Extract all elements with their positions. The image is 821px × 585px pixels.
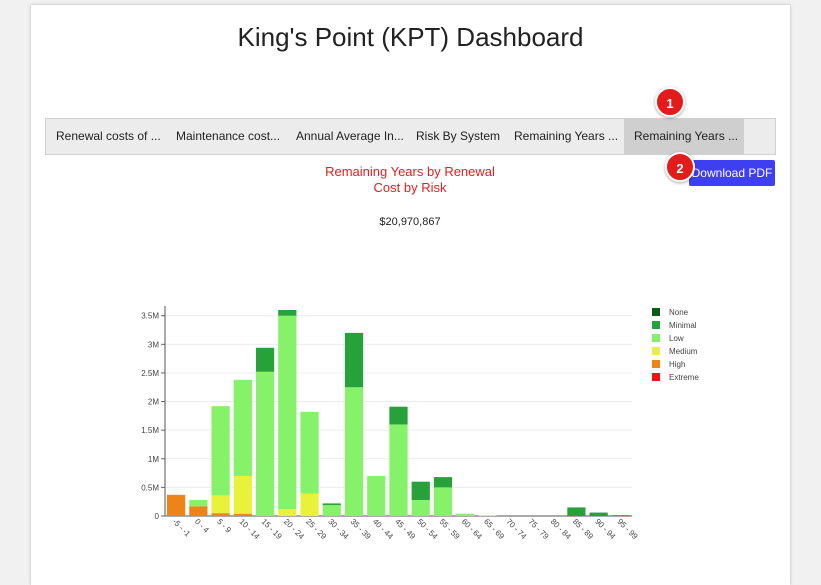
- bar-segment-low: [278, 315, 297, 510]
- x-tick-label: 15 - 19: [260, 517, 284, 541]
- bar-segment-low: [300, 411, 319, 494]
- x-tick-label: 90 - 94: [593, 517, 617, 541]
- legend-swatch-medium: [652, 347, 660, 355]
- legend-swatch-none: [652, 308, 660, 316]
- bar-segment-minimal: [278, 310, 297, 316]
- bar-segment-high: [211, 513, 230, 516]
- bar-segment-low: [255, 371, 275, 516]
- y-tick-label: 2M: [148, 398, 159, 407]
- bar-segment-low: [456, 513, 475, 516]
- x-tick-label: 80 - 84: [549, 517, 573, 541]
- legend-label: Extreme: [669, 373, 699, 382]
- legend-label: Medium: [669, 347, 698, 356]
- bar-segment-minimal: [389, 406, 408, 425]
- bar-segment-low: [211, 406, 230, 496]
- bar-segment-high: [189, 506, 208, 516]
- x-tick-label: 50 - 54: [415, 517, 439, 541]
- bar-segment-minimal: [411, 481, 430, 500]
- bar-segment-minimal: [255, 347, 275, 372]
- x-tick-label: 35 - 39: [349, 517, 373, 541]
- bar-segment-minimal: [344, 332, 364, 388]
- legend-swatch-high: [652, 360, 660, 368]
- x-tick-label: 40 - 44: [371, 517, 395, 541]
- bar-segment-low: [233, 379, 252, 476]
- bar-segment-medium: [233, 475, 252, 514]
- bar-segment-low: [189, 499, 208, 507]
- stacked-bar-chart: -5 - -1 0 - 45 - 9 10 - 1415 - 1920 - 2425…: [141, 306, 699, 541]
- x-tick-label: 65 - 69: [482, 517, 506, 541]
- y-tick-label: 2.5M: [141, 369, 159, 378]
- chart-x-ticks: -5 - -1 0 - 45 - 9 10 - 1415 - 1920 - 2425…: [171, 517, 640, 541]
- x-tick-label: 60 - 64: [460, 517, 484, 541]
- y-tick-label: 0.5M: [141, 483, 159, 492]
- x-tick-label: 10 - 14: [237, 517, 261, 541]
- x-tick-label: 75 - 79: [527, 517, 551, 541]
- bar-segment-medium: [278, 509, 297, 516]
- bar-segment-medium: [300, 493, 319, 516]
- bar-segment-minimal: [611, 515, 630, 516]
- x-tick-label: 45 - 49: [393, 517, 417, 541]
- legend-swatch-low: [652, 334, 660, 342]
- y-tick-label: 3.5M: [141, 312, 159, 321]
- y-tick-label: 3M: [148, 340, 159, 349]
- x-tick-label: 70 - 74: [504, 517, 528, 541]
- x-tick-label: 0 - 4: [193, 517, 211, 535]
- x-tick-label: 30 - 34: [326, 517, 350, 541]
- y-tick-label: 1M: [148, 455, 159, 464]
- bar-segment-low: [389, 424, 408, 516]
- legend-label: Low: [669, 334, 684, 343]
- legend-swatch-minimal: [652, 321, 660, 329]
- x-tick-label: -5 - -1: [171, 517, 193, 539]
- chart-bars: [167, 310, 630, 517]
- legend-swatch-extreme: [652, 373, 660, 381]
- bar-segment-minimal: [589, 512, 608, 516]
- bar-segment-low: [478, 515, 497, 517]
- bar-segment-low: [411, 499, 430, 516]
- x-tick-label: 5 - 9: [215, 517, 233, 535]
- chart-y-ticks: 0 0.5M 1M 1.5M 2M 2.5M 3M 3.5M: [141, 312, 159, 521]
- legend-label: Minimal: [669, 321, 697, 330]
- x-tick-label: 85 - 89: [571, 517, 595, 541]
- legend-label: High: [669, 360, 685, 369]
- bar-segment-medium: [211, 495, 230, 514]
- x-tick-label: 55 - 59: [438, 517, 462, 541]
- y-tick-label: 1.5M: [141, 426, 159, 435]
- y-tick-label: 0: [155, 512, 160, 521]
- bar-segment-low: [367, 475, 386, 516]
- x-tick-label: 95 - 99: [615, 517, 639, 541]
- x-tick-label: 20 - 24: [282, 517, 306, 541]
- bar-segment-high: [233, 513, 252, 516]
- legend-label: None: [669, 308, 689, 317]
- chart-legend: None Minimal Low Medium High Extreme: [652, 308, 699, 382]
- bar-segment-low: [344, 387, 364, 516]
- bar-segment-minimal: [322, 503, 341, 506]
- bar-segment-minimal: [433, 477, 453, 488]
- x-tick-label: 25 - 29: [304, 517, 328, 541]
- bar-segment-low: [322, 505, 341, 516]
- bar-segment-high: [167, 494, 186, 516]
- bar-segment-low: [433, 487, 453, 516]
- bar-segment-minimal: [567, 507, 586, 516]
